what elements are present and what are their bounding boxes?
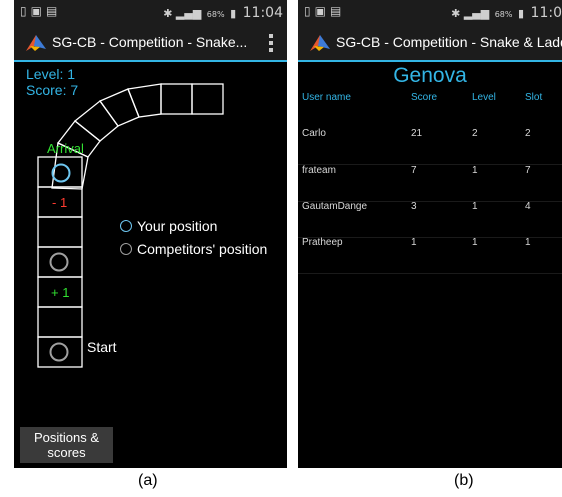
battery-percent: 68% (494, 10, 513, 19)
bluetooth-icon: ✱ (451, 7, 461, 20)
board-tile (37, 216, 83, 248)
competitor-position-marker (49, 342, 69, 362)
caption-a: (a) (138, 472, 158, 489)
overflow-menu-icon[interactable] (269, 34, 273, 55)
clock: 11:0 (530, 5, 562, 21)
cell-level: 2 (472, 128, 478, 139)
bluetooth-icon: ✱ (163, 7, 173, 20)
app-title: SG-CB - Competition - Snake... (52, 34, 248, 50)
legend-your-position: Your position (120, 218, 217, 234)
status-bar: ▯▣▤ ✱ ▂▄▆ 68% ▮ 11:0 (298, 0, 562, 26)
status-indicators: ✱ ▂▄▆ 68% ▮ 11:04 (163, 5, 283, 21)
cell-score: 7 (411, 165, 417, 176)
cell-level: 1 (472, 201, 478, 212)
competitor-position-marker (49, 252, 69, 272)
table-row[interactable]: frateam 7 1 7 (298, 165, 562, 202)
board-tile (37, 306, 83, 338)
app-logo-icon[interactable] (26, 34, 46, 52)
screen-b: ▯▣▤ ✱ ▂▄▆ 68% ▮ 11:0 SG-CB - Competition… (298, 0, 562, 468)
your-position-marker (51, 163, 71, 183)
signal-icon: ▂▄▆ (463, 7, 490, 20)
positions-scores-button[interactable]: Positions & scores (20, 427, 113, 463)
arrival-label: Arrival (47, 141, 84, 156)
cell-user: Carlo (302, 128, 326, 139)
action-bar: SG-CB - Competition - Snake & Ladd.. (298, 26, 562, 62)
col-score: Score (411, 92, 438, 103)
button-label-line2: scores (47, 445, 86, 460)
signal-icon: ▂▄▆ (175, 7, 202, 20)
table-row[interactable]: GautamDange 3 1 4 (298, 201, 562, 238)
button-label-line1: Positions & (33, 430, 100, 445)
app-logo-icon[interactable] (310, 34, 330, 52)
col-user-name: User name (302, 92, 351, 103)
cell-user: frateam (302, 165, 336, 176)
cell-user: Pratheep (302, 237, 343, 248)
cell-slot: 4 (525, 201, 531, 212)
cell-level: 1 (472, 237, 478, 248)
board-tile (191, 83, 224, 115)
cell-level: 1 (472, 165, 478, 176)
cell-score: 3 (411, 201, 417, 212)
bonus-tile-label: + 1 (51, 285, 69, 300)
legend-label: Competitors' position (137, 241, 268, 257)
board-tile (37, 336, 83, 368)
clock: 11:04 (242, 5, 283, 21)
board-tile (98, 88, 140, 127)
cell-user: GautamDange (302, 201, 368, 212)
cell-score: 21 (411, 128, 423, 139)
status-bar: ▯▣▤ ✱ ▂▄▆ 68% ▮ 11:04 (14, 0, 287, 26)
battery-icon: ▮ (517, 7, 525, 20)
your-position-legend-icon (120, 220, 132, 232)
penalty-tile-label: - 1 (52, 195, 67, 210)
battery-percent: 68% (206, 10, 225, 19)
app-title: SG-CB - Competition - Snake & Ladd.. (336, 34, 562, 50)
caption-b: (b) (454, 472, 474, 489)
cell-slot: 1 (525, 237, 531, 248)
cell-slot: 7 (525, 165, 531, 176)
competitor-legend-icon (120, 243, 132, 255)
notification-icons: ▯▣▤ (304, 4, 346, 18)
board-tile (73, 100, 119, 142)
legend-competitors-position: Competitors' position (120, 241, 267, 257)
col-slot: Slot (525, 92, 543, 103)
screen-a: ▯▣▤ ✱ ▂▄▆ 68% ▮ 11:04 SG-CB - Competitio… (14, 0, 287, 468)
cell-score: 1 (411, 237, 417, 248)
board-tile (37, 156, 83, 188)
action-bar: SG-CB - Competition - Snake... (14, 26, 287, 62)
col-level: Level (472, 92, 496, 103)
status-indicators: ✱ ▂▄▆ 68% ▮ 11:0 (451, 5, 562, 21)
board-tile (37, 246, 83, 278)
table-row[interactable]: Pratheep 1 1 1 (298, 237, 562, 274)
board-tile (160, 83, 193, 115)
table-row[interactable]: Carlo 21 2 2 (298, 128, 562, 165)
start-label: Start (87, 339, 117, 355)
legend-label: Your position (137, 218, 218, 234)
cell-slot: 2 (525, 128, 531, 139)
battery-icon: ▮ (230, 7, 237, 20)
board-name: Genova (393, 64, 467, 87)
notification-icons: ▯▣▤ (20, 4, 62, 18)
